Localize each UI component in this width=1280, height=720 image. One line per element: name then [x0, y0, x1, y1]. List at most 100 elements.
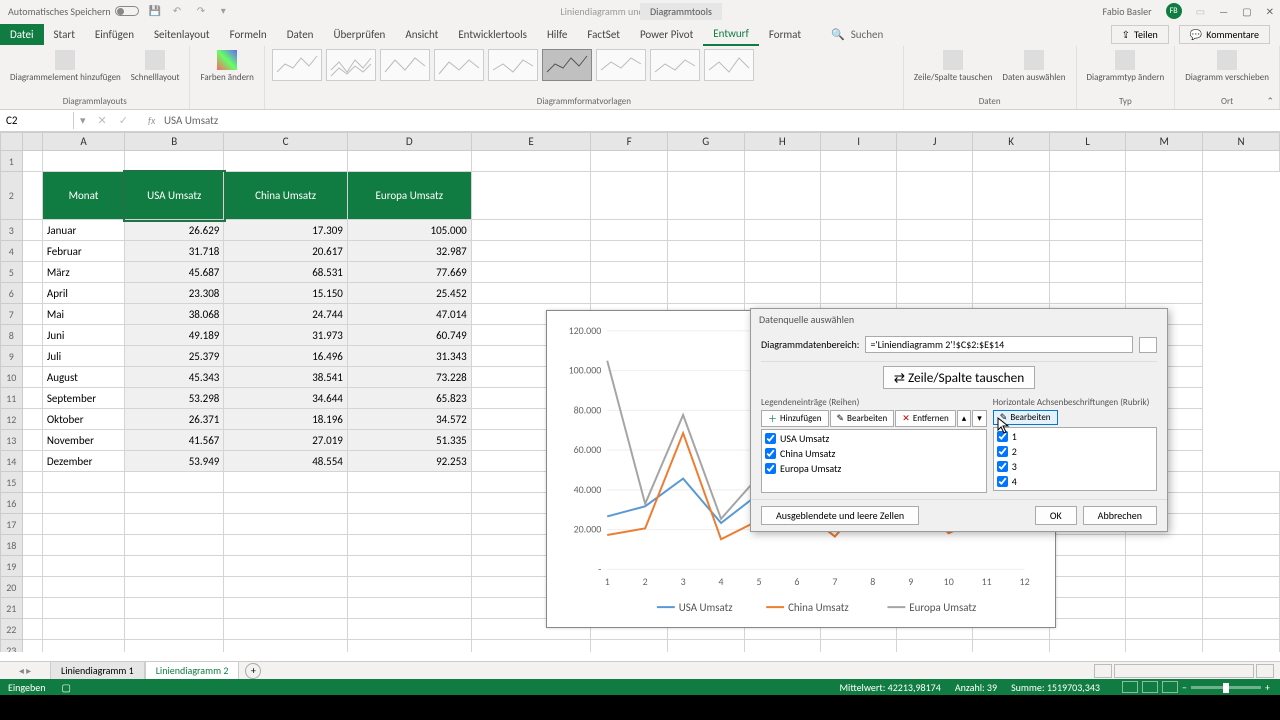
- comments-button[interactable]: 💬Kommentare: [1179, 25, 1270, 44]
- axis-labels-label: Horizontale Achsenbeschriftungen (Rubrik…: [993, 397, 1157, 408]
- page-layout-view-icon[interactable]: [1142, 681, 1158, 693]
- ok-button[interactable]: OK: [1035, 506, 1077, 525]
- svg-text:10: 10: [944, 576, 954, 588]
- ribbon-search[interactable]: 🔍 Suchen: [831, 28, 883, 41]
- chart-range-input[interactable]: [865, 336, 1133, 353]
- tab-start[interactable]: Start: [44, 24, 85, 45]
- move-down-button[interactable]: ▾: [972, 410, 987, 427]
- chart-style-7[interactable]: [596, 49, 646, 81]
- hscroll-right[interactable]: [1256, 664, 1274, 678]
- zoom-in-icon[interactable]: +: [1265, 681, 1270, 694]
- remove-series-button[interactable]: ✕Entfernen: [895, 410, 955, 427]
- change-chart-type-button[interactable]: Diagrammtyp ändern: [1083, 48, 1169, 85]
- macro-record-icon[interactable]: ▢: [62, 681, 71, 694]
- minimize-icon[interactable]: —: [1219, 5, 1228, 18]
- select-data-button[interactable]: Daten auswählen: [998, 48, 1069, 85]
- dialog-title: Datenquelle auswählen: [751, 309, 1167, 330]
- tab-pagelayout[interactable]: Seitenlayout: [144, 24, 220, 45]
- tab-help[interactable]: Hilfe: [537, 24, 577, 45]
- tab-data[interactable]: Daten: [277, 24, 324, 45]
- collapse-ribbon-icon[interactable]: ⌃: [1266, 96, 1274, 107]
- tab-file[interactable]: Datei: [0, 24, 44, 45]
- undo-icon[interactable]: ↶: [173, 4, 187, 18]
- chart-style-1[interactable]: [272, 49, 322, 81]
- range-label: Diagrammdatenbereich:: [761, 338, 859, 351]
- cancel-button[interactable]: Abbrechen: [1083, 506, 1157, 525]
- series-listbox[interactable]: USA UmsatzChina UmsatzEuropa Umsatz: [761, 429, 987, 493]
- switch-row-col-dialog-button[interactable]: ⇄ Zeile/Spalte tauschen: [883, 366, 1035, 389]
- cancel-edit-icon[interactable]: ✕: [92, 114, 113, 127]
- hscroll-track[interactable]: [1114, 664, 1254, 678]
- chart-style-9[interactable]: [704, 49, 754, 81]
- tab-powerpivot[interactable]: Power Pivot: [630, 24, 703, 45]
- normal-view-icon[interactable]: [1122, 681, 1138, 693]
- tab-developer[interactable]: Entwicklertools: [448, 24, 537, 45]
- change-colors-button[interactable]: Farben ändern: [196, 48, 257, 85]
- axis-item-label: 5: [1012, 490, 1017, 491]
- chart-style-4[interactable]: [434, 49, 484, 81]
- svg-text:80.000: 80.000: [574, 404, 602, 416]
- chart-style-3[interactable]: [380, 49, 430, 81]
- name-box[interactable]: C2: [0, 112, 74, 129]
- add-series-button[interactable]: ＋Hinzufügen: [761, 410, 829, 427]
- svg-text:4: 4: [719, 576, 724, 588]
- tab-formulas[interactable]: Formeln: [220, 24, 277, 45]
- svg-text:12: 12: [1020, 576, 1030, 588]
- username: Fabio Basler: [1103, 5, 1152, 18]
- chart-style-5[interactable]: [488, 49, 538, 81]
- tab-format[interactable]: Format: [759, 24, 811, 45]
- zoom-out-icon[interactable]: −: [1182, 681, 1187, 694]
- zoom-slider[interactable]: [1191, 686, 1261, 689]
- save-icon[interactable]: 💾: [149, 4, 163, 18]
- qat-more-icon[interactable]: ▾: [221, 4, 235, 18]
- tab-review[interactable]: Überprüfen: [323, 24, 395, 45]
- range-picker-icon[interactable]: [1139, 337, 1157, 353]
- switch-row-col-button[interactable]: Zeile/Spalte tauschen: [910, 48, 997, 85]
- axis-checkbox[interactable]: [997, 446, 1008, 457]
- chart-style-6[interactable]: [542, 49, 592, 81]
- svg-text:9: 9: [908, 576, 913, 588]
- avatar[interactable]: FB: [1166, 3, 1182, 19]
- worksheet-grid[interactable]: ABCDEFGHIJKLMN12MonatUSA UmsatzChina Ums…: [0, 132, 1280, 652]
- add-sheet-button[interactable]: +: [245, 663, 261, 679]
- quick-layout-button[interactable]: Schnelllayout: [127, 48, 184, 85]
- tab-factset[interactable]: FactSet: [577, 24, 630, 45]
- sheet-tab-2[interactable]: Liniendiagramm 2: [145, 661, 240, 680]
- select-data-dialog: Datenquelle auswählen Diagrammdatenberei…: [750, 308, 1168, 532]
- hscroll-left[interactable]: [1094, 664, 1112, 678]
- sheet-tab-1[interactable]: Liniendiagramm 1: [50, 661, 145, 680]
- ribbon-options-icon[interactable]: ▭: [1196, 5, 1205, 18]
- maximize-icon[interactable]: ▢: [1242, 5, 1251, 18]
- hidden-cells-button[interactable]: Ausgeblendete und leere Zellen: [761, 506, 919, 525]
- move-chart-button[interactable]: Diagramm verschieben: [1181, 48, 1273, 85]
- confirm-edit-icon[interactable]: ✓: [113, 114, 134, 127]
- chart-style-2[interactable]: [326, 49, 376, 81]
- tab-view[interactable]: Ansicht: [395, 24, 448, 45]
- autosave-toggle[interactable]: Automatisches Speichern: [8, 5, 139, 18]
- svg-text:-: -: [598, 563, 601, 575]
- add-icon: ＋: [768, 412, 777, 425]
- axis-listbox[interactable]: 12345: [993, 427, 1157, 491]
- stat-count: Anzahl: 39: [955, 681, 997, 694]
- share-button[interactable]: ⇪Teilen: [1111, 25, 1169, 44]
- edit-series-button[interactable]: ✎Bearbeiten: [830, 410, 895, 427]
- close-icon[interactable]: ✕: [1266, 5, 1274, 18]
- tab-design[interactable]: Entwurf: [703, 23, 759, 46]
- tab-insert[interactable]: Einfügen: [85, 24, 144, 45]
- move-up-button[interactable]: ▴: [957, 410, 972, 427]
- axis-checkbox[interactable]: [997, 476, 1008, 487]
- chart-style-8[interactable]: [650, 49, 700, 81]
- dropdown-icon[interactable]: ▾: [74, 114, 92, 127]
- series-checkbox[interactable]: [765, 433, 776, 444]
- axis-checkbox[interactable]: [997, 461, 1008, 472]
- redo-icon[interactable]: ↷: [197, 4, 211, 18]
- page-break-view-icon[interactable]: [1162, 681, 1178, 693]
- series-checkbox[interactable]: [765, 463, 776, 474]
- add-chart-element-button[interactable]: Diagrammelement hinzufügen: [6, 48, 125, 85]
- formula-input[interactable]: USA Umsatz: [134, 112, 228, 129]
- series-checkbox[interactable]: [765, 448, 776, 459]
- svg-text:1: 1: [605, 576, 610, 588]
- group-layouts-label: Diagrammlayouts: [6, 96, 183, 107]
- legend-entries-label: Legendeneinträge (Reihen): [761, 397, 987, 408]
- sheet-nav[interactable]: ◂ ▸: [0, 664, 50, 677]
